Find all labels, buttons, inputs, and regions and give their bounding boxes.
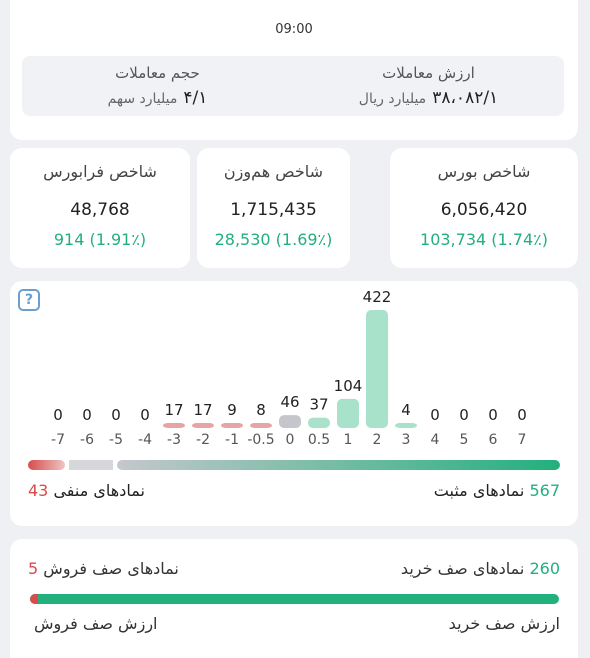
category-tick-label: -7 <box>51 432 65 448</box>
bar-1 <box>337 398 359 428</box>
bar-value-label: 9 <box>227 401 237 419</box>
index-card-equal-weight[interactable]: شاخص هم‌وزن 1,715,435 28,530 (1.69٪) <box>197 148 350 268</box>
sell-queue-value-label: ارزش صف فروش <box>34 614 158 633</box>
queue-card: 260 نمادهای صف خرید نمادهای صف فروش 5 ار… <box>10 539 578 658</box>
negative-balance-segment <box>28 460 66 470</box>
category-tick-label: 5 <box>460 432 469 448</box>
bar-value-label: 17 <box>164 401 183 419</box>
sell-queue-row: نمادهای صف فروش 5 <box>28 559 179 578</box>
category-tick-label: 6 <box>489 432 498 448</box>
category-tick-label: 2 <box>373 432 382 448</box>
index-change: 28,530 (1.69٪) <box>214 230 333 249</box>
bar--0.5 <box>250 423 272 428</box>
positive-symbols-legend: 567 نمادهای مثبت <box>434 481 560 500</box>
category-tick-label: -3 <box>167 432 181 448</box>
category-tick-label: 4 <box>431 432 440 448</box>
bar--2 <box>192 423 214 428</box>
trade-value-number: ۳۸،۰۸۲/۱ <box>432 88 499 108</box>
market-time: 09:00 <box>275 22 313 37</box>
category-tick-label: -1 <box>225 432 239 448</box>
bar-0 <box>279 415 301 428</box>
price-change-distribution-card: 0 -7 0 -6 0 -5 0 -4 17 -3 17 -2 9 -1 8 -0.5 46 0 37 0.5 104 1… <box>10 281 578 526</box>
category-tick-label: 7 <box>518 432 527 448</box>
sell-queue-label: نمادهای صف فروش <box>43 559 179 578</box>
category-tick-label: 1 <box>344 432 353 448</box>
buy-queue-count: 260 <box>529 559 560 578</box>
index-title: شاخص فرابورس <box>43 162 157 181</box>
index-title: شاخص بورس <box>437 162 531 181</box>
bar-value-label: 46 <box>280 393 299 411</box>
trade-value-stat: ارزش معاملات ۳۸،۰۸۲/۱ میلیارد ریال <box>293 56 564 116</box>
bar-value-label: 104 <box>334 377 363 395</box>
bar-value-label: 4 <box>401 401 411 419</box>
category-tick-label: -0.5 <box>247 432 274 448</box>
category-tick-label: 0 <box>286 432 295 448</box>
bar-value-label: 0 <box>111 406 121 424</box>
negative-count: 43 <box>28 481 49 500</box>
positive-balance-segment <box>117 460 561 470</box>
sell-queue-fill <box>30 594 38 604</box>
trade-value-unit: میلیارد ریال <box>358 91 427 107</box>
trade-volume-stat: حجم معاملات ۴/۱ میلیارد سهم <box>22 56 293 116</box>
bar--1 <box>221 423 243 428</box>
bar-2 <box>366 310 388 428</box>
index-card-bourse[interactable]: شاخص بورس 6,056,420 103,734 (1.74٪) <box>390 148 578 268</box>
category-tick-label: -4 <box>138 432 152 448</box>
bar--3 <box>163 423 185 428</box>
index-value: 48,768 <box>70 200 130 220</box>
buy-queue-row: 260 نمادهای صف خرید <box>401 559 560 578</box>
bar-value-label: 0 <box>82 406 92 424</box>
trade-value-title: ارزش معاملات <box>382 64 475 82</box>
bar-value-label: 0 <box>459 406 469 424</box>
positive-label: نمادهای مثبت <box>433 481 525 500</box>
question-icon[interactable]: ? <box>18 289 40 311</box>
trade-volume-number: ۴/۱ <box>183 88 208 108</box>
trade-volume-unit: میلیارد سهم <box>107 91 178 107</box>
category-tick-label: -5 <box>109 432 123 448</box>
bar-value-label: 17 <box>193 401 212 419</box>
trade-value-row: ۳۸،۰۸۲/۱ میلیارد ریال <box>293 88 564 108</box>
market-summary-card: 09:00 ارزش معاملات ۳۸،۰۸۲/۱ میلیارد ریال … <box>10 0 578 140</box>
bar-value-label: 0 <box>53 406 63 424</box>
index-change: 103,734 (1.74٪) <box>420 230 548 249</box>
sell-queue-count: 5 <box>28 559 39 578</box>
index-title: شاخص هم‌وزن <box>223 162 324 181</box>
category-tick-label: -2 <box>196 432 210 448</box>
bar-value-label: 422 <box>363 288 392 306</box>
category-tick-label: 3 <box>402 432 411 448</box>
category-tick-label: 0.5 <box>308 432 330 448</box>
negative-label: نمادهای منفی <box>53 481 145 500</box>
category-tick-label: -6 <box>80 432 94 448</box>
trade-volume-title: حجم معاملات <box>115 64 200 82</box>
index-value: 6,056,420 <box>440 200 528 220</box>
buy-queue-label: نمادهای صف خرید <box>400 559 525 578</box>
positive-count: 567 <box>529 481 560 500</box>
bar-3 <box>395 423 417 428</box>
trade-stats-box: ارزش معاملات ۳۸،۰۸۲/۱ میلیارد ریال حجم مع… <box>22 56 564 116</box>
trade-volume-row: ۴/۱ میلیارد سهم <box>22 88 293 108</box>
queue-ratio-bar <box>30 594 559 604</box>
bar-0.5 <box>308 417 330 428</box>
negative-symbols-legend: نمادهای منفی 43 <box>28 481 145 500</box>
bar-value-label: 37 <box>309 396 328 414</box>
bar-value-label: 8 <box>256 401 266 419</box>
bar-value-label: 0 <box>140 406 150 424</box>
bar-value-label: 0 <box>517 406 527 424</box>
bar-value-label: 0 <box>488 406 498 424</box>
neutral-balance-segment <box>69 460 114 470</box>
index-change: 914 (1.91٪) <box>53 230 147 249</box>
bar-value-label: 0 <box>430 406 440 424</box>
index-value: 1,715,435 <box>230 200 317 220</box>
buy-queue-value-label: ارزش صف خرید <box>448 614 560 633</box>
index-card-farabourse[interactable]: شاخص فرابورس 48,768 914 (1.91٪) <box>10 148 190 268</box>
